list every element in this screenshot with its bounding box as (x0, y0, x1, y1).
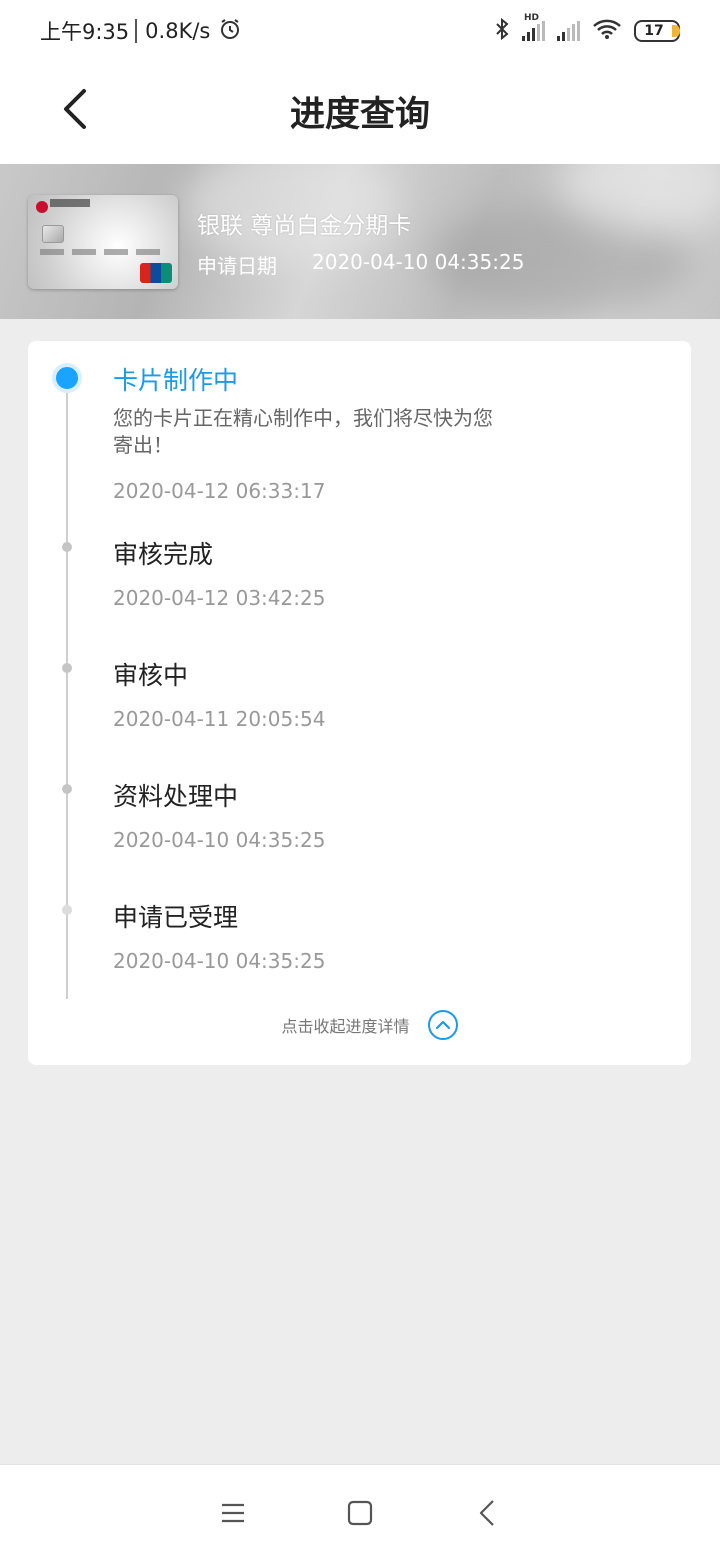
status-time: 上午9:35 (40, 20, 130, 44)
step-dot (62, 905, 72, 915)
bank-logo (36, 201, 48, 213)
status-right: HD 17 (494, 13, 680, 45)
menu-icon (222, 1503, 245, 1522)
status-left: 上午9:35 0.8K/s (40, 16, 242, 46)
bank-name-mark (50, 199, 90, 207)
page-title: 进度查询 (289, 95, 430, 135)
unionpay-logo (140, 263, 172, 283)
step-time: 2020-04-10 04:35:25 (113, 828, 326, 852)
step-title: 申请已受理 (113, 903, 239, 932)
card-number-mark (40, 249, 162, 255)
battery-level: 17 (644, 23, 664, 39)
step-title: 审核完成 (113, 540, 214, 569)
card-name: 银联 尊尚白金分期卡 (197, 213, 412, 239)
step-time: 2020-04-12 03:42:25 (113, 586, 326, 610)
home-button[interactable] (335, 1488, 385, 1538)
apply-date-label: 申请日期 (197, 254, 277, 278)
step-dot (62, 784, 72, 794)
system-back-button[interactable] (462, 1488, 512, 1538)
progress-timeline: 卡片制作中 您的卡片正在精心制作中，我们将尽快为您寄出！ 2020-04-12 … (28, 341, 691, 1065)
status-separator (135, 19, 138, 43)
chevron-up-circle-icon (427, 1010, 458, 1040)
hd-label: HD (524, 13, 540, 23)
signal-icon (557, 21, 580, 41)
card-image (28, 195, 178, 289)
step-dot (62, 663, 72, 673)
collapse-details-button[interactable]: 点击收起进度详情 (28, 1005, 691, 1045)
header: 进度查询 (0, 62, 720, 164)
step-time: 2020-04-12 06:33:17 (113, 479, 326, 503)
card-banner: 银联 尊尚白金分期卡 申请日期 2020-04-10 04:35:25 (0, 164, 720, 319)
signal-hd-icon: HD (522, 13, 545, 41)
alarm-icon (218, 17, 242, 46)
status-bar: 上午9:35 0.8K/s HD 17 (0, 0, 720, 62)
step-title: 卡片制作中 (113, 366, 239, 395)
wifi-icon (592, 18, 622, 44)
card-chip (42, 225, 64, 243)
system-navigation-bar (0, 1464, 720, 1560)
step-time: 2020-04-10 04:35:25 (113, 949, 326, 973)
step-dot (62, 542, 72, 552)
active-step-dot (52, 363, 82, 393)
back-triangle-icon (479, 1499, 494, 1526)
home-square-icon (347, 1500, 373, 1525)
menu-button[interactable] (208, 1488, 258, 1538)
step-title: 资料处理中 (113, 782, 239, 811)
step-time: 2020-04-11 20:05:54 (113, 707, 326, 731)
step-title: 审核中 (113, 661, 189, 690)
bluetooth-icon (494, 17, 510, 45)
battery-icon: 17 (634, 20, 680, 42)
apply-date-value: 2020-04-10 04:35:25 (312, 250, 525, 274)
collapse-label: 点击收起进度详情 (281, 1017, 410, 1036)
network-speed: 0.8K/s (145, 19, 211, 43)
step-description: 您的卡片正在精心制作中，我们将尽快为您寄出！ (113, 406, 493, 457)
